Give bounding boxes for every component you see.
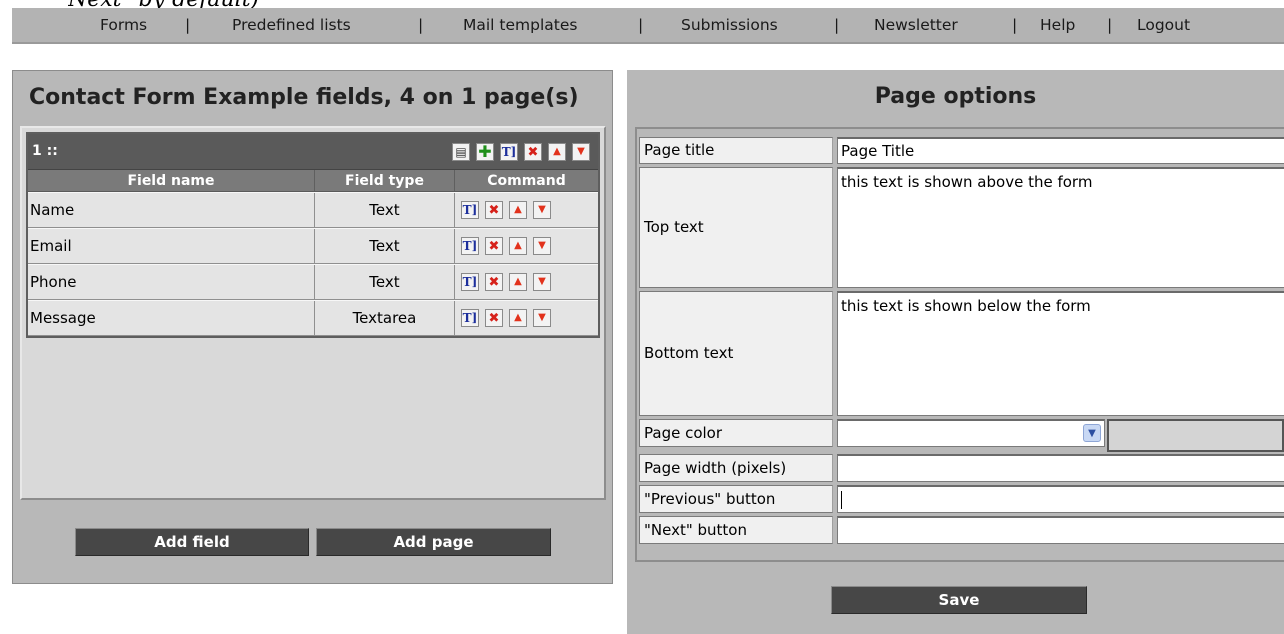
page-title-row: Page title Page Title	[639, 137, 1284, 164]
nav-predefined-lists[interactable]: Predefined lists	[232, 16, 351, 34]
previous-button-label: "Previous" button	[639, 485, 833, 513]
nav-submissions[interactable]: Submissions	[681, 16, 778, 34]
fields-panel-title: Contact Form Example fields, 4 on 1 page…	[29, 85, 579, 110]
page-width-label: Page width (pixels)	[639, 454, 833, 482]
field-name-cell: Phone	[28, 265, 315, 299]
nav-mail-templates[interactable]: Mail templates	[463, 16, 577, 34]
command-cell: T] ✖ ▲ ▼	[454, 265, 598, 299]
page-width-row: Page width (pixels)	[639, 454, 1284, 482]
top-text-row: Top text this text is shown above the fo…	[639, 167, 1284, 288]
move-up-icon[interactable]: ▲	[508, 309, 527, 327]
chevron-down-icon[interactable]: ▼	[1083, 424, 1101, 442]
add-field-icon[interactable]: ✚	[476, 143, 494, 161]
move-up-icon[interactable]: ▲	[508, 237, 527, 255]
add-field-button[interactable]: Add field	[75, 528, 309, 556]
table-row: Email Text T] ✖ ▲ ▼	[28, 228, 598, 264]
nav-separator: |	[834, 16, 840, 34]
truncated-help-text: Next" by default)	[68, 0, 259, 8]
nav-separator: |	[638, 16, 644, 34]
field-name-cell: Message	[28, 301, 315, 335]
move-up-icon[interactable]: ▲	[508, 273, 527, 291]
page-options-form: Page title Page Title Top text this text…	[635, 127, 1284, 562]
delete-icon[interactable]: ✖	[484, 273, 503, 291]
next-button-label: "Next" button	[639, 516, 833, 544]
bottom-text-textarea[interactable]: this text is shown below the form	[837, 291, 1284, 416]
move-down-icon[interactable]: ▼	[532, 309, 551, 327]
field-name-cell: Email	[28, 229, 315, 263]
nav-separator: |	[418, 16, 424, 34]
nav-separator: |	[1012, 16, 1018, 34]
delete-page-icon[interactable]: ✖	[524, 143, 542, 161]
page-width-input[interactable]	[837, 454, 1284, 482]
field-name-cell: Name	[28, 193, 315, 227]
move-down-icon[interactable]: ▼	[532, 273, 551, 291]
table-row: Message Textarea T] ✖ ▲ ▼	[28, 300, 598, 336]
nav-separator: |	[1107, 16, 1113, 34]
previous-button-row: "Previous" button	[639, 485, 1284, 513]
edit-field-icon[interactable]: T]	[460, 237, 479, 255]
command-cell: T] ✖ ▲ ▼	[454, 193, 598, 227]
page-number-label: 1 ::	[32, 143, 58, 159]
command-cell: T] ✖ ▲ ▼	[454, 229, 598, 263]
nav-logout[interactable]: Logout	[1137, 16, 1190, 34]
text-cursor	[841, 490, 842, 509]
previous-button-input[interactable]	[837, 485, 1284, 513]
page-color-row: Page color ▼	[639, 419, 1284, 454]
top-text-textarea[interactable]: this text is shown above the form	[837, 167, 1284, 288]
page-options-panel: Page options Page title Page Title Top t…	[627, 70, 1284, 634]
next-button-row: "Next" button	[639, 516, 1284, 544]
page-title-label: Page title	[639, 137, 833, 164]
delete-icon[interactable]: ✖	[484, 201, 503, 219]
next-button-input[interactable]	[837, 516, 1284, 544]
page-color-select[interactable]: ▼	[837, 419, 1105, 447]
field-type-cell: Text	[314, 193, 455, 227]
move-down-icon[interactable]: ▼	[532, 201, 551, 219]
column-field-name: Field name	[28, 170, 315, 191]
delete-icon[interactable]: ✖	[484, 237, 503, 255]
move-down-icon[interactable]: ▼	[532, 237, 551, 255]
top-navigation: Forms | Predefined lists | Mail template…	[12, 8, 1284, 44]
table-header: Field name Field type Command	[28, 170, 598, 192]
field-type-cell: Textarea	[314, 301, 455, 335]
move-up-icon[interactable]: ▲	[508, 201, 527, 219]
page-title-input[interactable]: Page Title	[837, 137, 1284, 164]
command-cell: T] ✖ ▲ ▼	[454, 301, 598, 335]
page-toolbar: ▤ ✚ T] ✖ ▲ ▼	[452, 143, 590, 161]
table-row: Phone Text T] ✖ ▲ ▼	[28, 264, 598, 300]
move-page-up-icon[interactable]: ▲	[548, 143, 566, 161]
delete-icon[interactable]: ✖	[484, 309, 503, 327]
add-page-button[interactable]: Add page	[316, 528, 551, 556]
column-command: Command	[487, 173, 566, 189]
nav-help[interactable]: Help	[1040, 16, 1075, 34]
edit-page-icon[interactable]: T]	[500, 143, 518, 161]
bottom-text-row: Bottom text this text is shown below the…	[639, 291, 1284, 416]
fields-table: 1 :: ▤ ✚ T] ✖ ▲ ▼ Field name Field type …	[26, 132, 600, 338]
field-type-cell: Text	[314, 229, 455, 263]
edit-field-icon[interactable]: T]	[460, 273, 479, 291]
nav-newsletter[interactable]: Newsletter	[874, 16, 958, 34]
move-page-down-icon[interactable]: ▼	[572, 143, 590, 161]
edit-field-icon[interactable]: T]	[460, 201, 479, 219]
page-header-bar: 1 :: ▤ ✚ T] ✖ ▲ ▼	[28, 134, 598, 170]
edit-field-icon[interactable]: T]	[460, 309, 479, 327]
fields-area: 1 :: ▤ ✚ T] ✖ ▲ ▼ Field name Field type …	[20, 126, 606, 500]
bottom-text-label: Bottom text	[639, 291, 833, 416]
page-properties-icon[interactable]: ▤	[452, 143, 470, 161]
column-field-type: Field type	[315, 170, 455, 191]
page-color-swatch	[1107, 419, 1284, 452]
field-type-cell: Text	[314, 265, 455, 299]
top-text-label: Top text	[639, 167, 833, 288]
nav-separator: |	[185, 16, 191, 34]
save-button[interactable]: Save	[831, 586, 1087, 614]
table-row: Name Text T] ✖ ▲ ▼	[28, 192, 598, 228]
page-color-label: Page color	[639, 419, 833, 447]
nav-forms[interactable]: Forms	[100, 16, 147, 34]
page-options-title: Page options	[874, 84, 1037, 109]
form-fields-panel: Contact Form Example fields, 4 on 1 page…	[12, 70, 613, 584]
